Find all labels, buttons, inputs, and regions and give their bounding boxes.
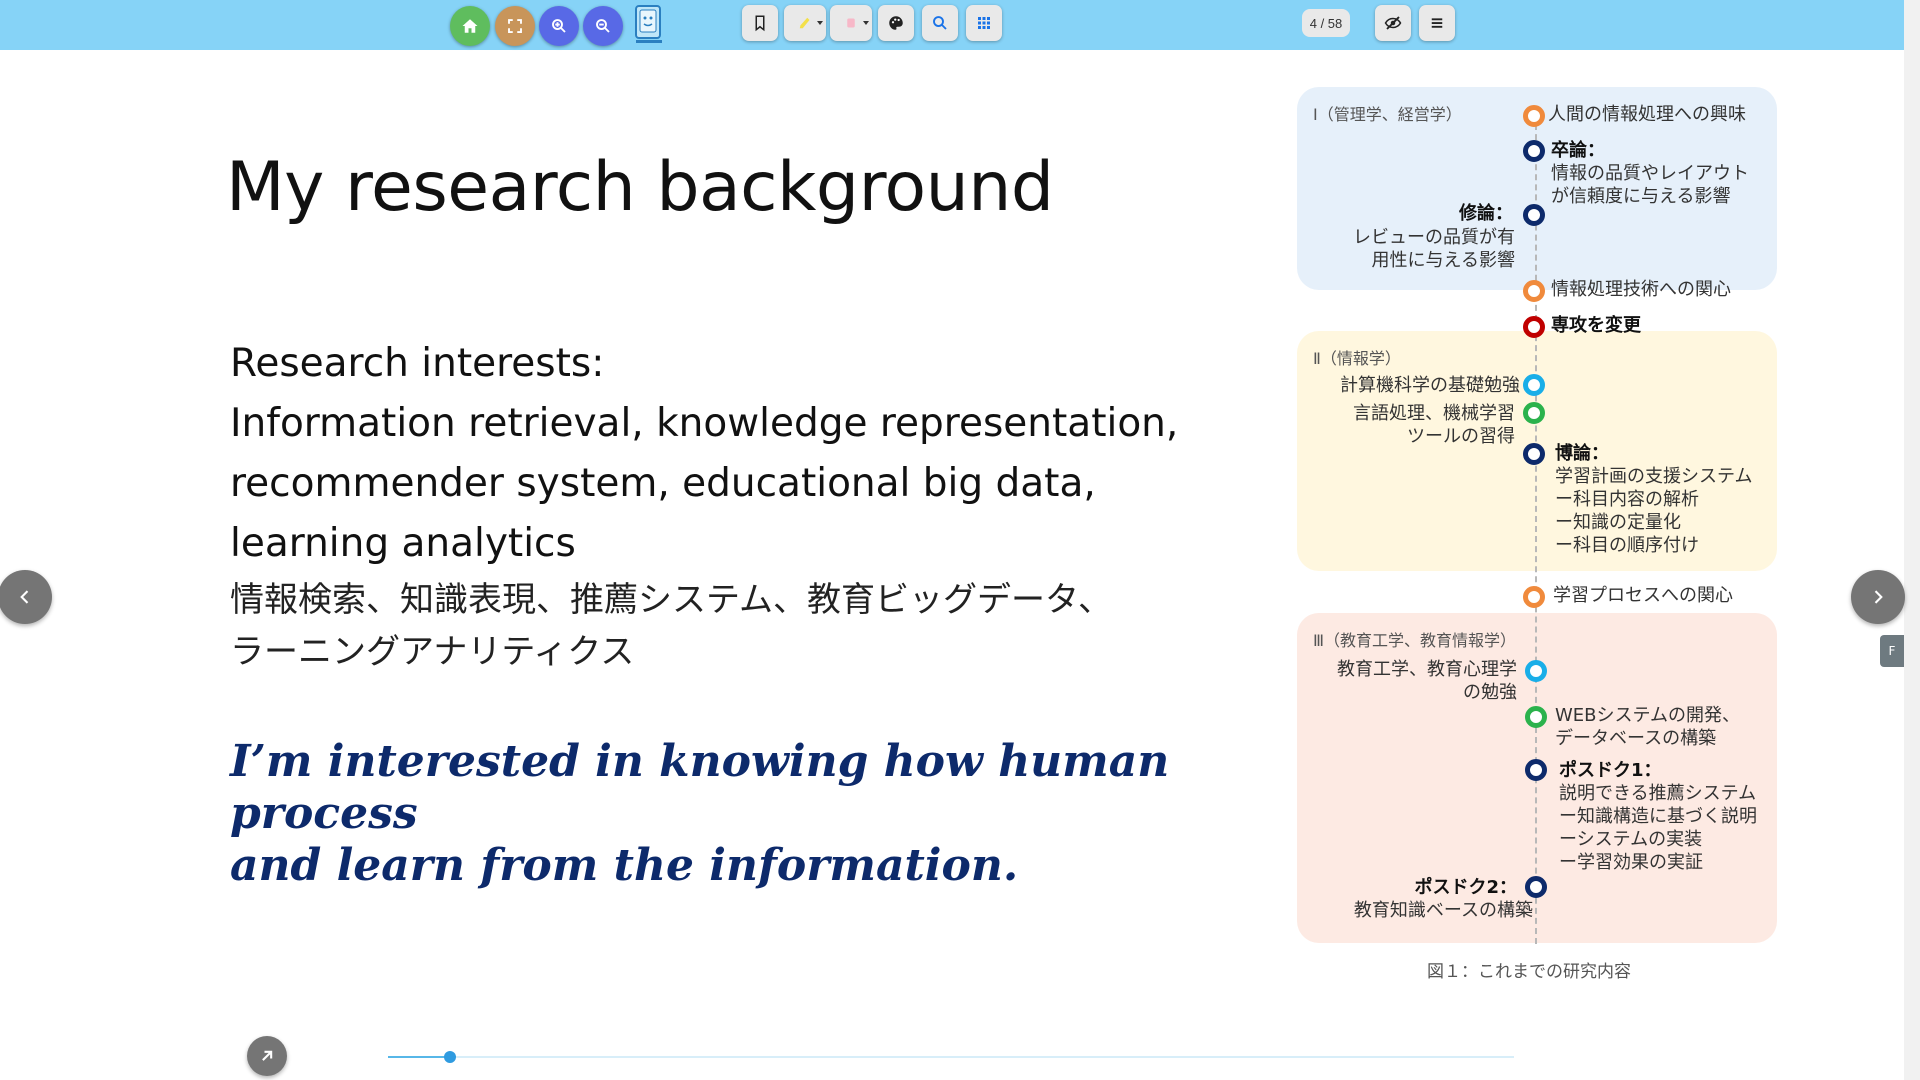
zoom-out-button[interactable] bbox=[583, 6, 623, 46]
chevron-right-icon bbox=[1874, 590, 1883, 604]
interests-en-line: learning analytics bbox=[230, 521, 576, 566]
interests-ja-line: 情報検索、知識表現、推薦システム、教育ビッグデータ、 bbox=[230, 580, 1112, 620]
side-panel-tab[interactable]: F bbox=[1880, 635, 1904, 667]
timeline-text: 卒論： bbox=[1551, 140, 1605, 161]
bookmark-button[interactable] bbox=[742, 5, 778, 41]
timeline-text: 情報処理技術への関心 bbox=[1551, 279, 1731, 300]
chevron-down-icon bbox=[817, 21, 823, 25]
interests-heading: Research interests: bbox=[230, 341, 605, 386]
grid-icon bbox=[978, 17, 990, 29]
timeline-text: ポスドク1： bbox=[1559, 760, 1662, 781]
progress-handle[interactable] bbox=[443, 1051, 456, 1063]
interests-en-line: Information retrieval, knowledge represe… bbox=[230, 401, 1179, 446]
bookmark-icon bbox=[755, 15, 765, 32]
timeline-text: 教育工学、教育心理学 の勉強 bbox=[1337, 659, 1517, 703]
panel-label: Ⅰ（管理学、経営学） bbox=[1313, 105, 1462, 124]
search-icon bbox=[933, 16, 947, 30]
page-progress-bar[interactable] bbox=[388, 1051, 1514, 1063]
timeline-text: 博論： bbox=[1555, 443, 1609, 464]
interests-ja-line: ラーニングアナリティクス bbox=[230, 632, 635, 672]
timeline-text: 修論： bbox=[1459, 203, 1513, 224]
chevron-left-icon bbox=[20, 590, 29, 604]
zoom-in-button[interactable] bbox=[539, 6, 579, 46]
timeline-node bbox=[1523, 586, 1545, 608]
timeline-text: 学習計画の支援システム ー科目内容の解析 ー知識の定量化 ー科目の順序付け bbox=[1555, 466, 1753, 556]
highlighter-button[interactable] bbox=[784, 5, 826, 41]
timeline-node bbox=[1525, 759, 1547, 781]
timeline-node bbox=[1525, 876, 1547, 898]
zoom-in-icon bbox=[552, 19, 566, 33]
menu-icon bbox=[1431, 18, 1443, 28]
highlighter-icon bbox=[799, 17, 810, 29]
top-toolbar: 4 / 58 bbox=[0, 0, 1904, 50]
page-indicator: 4 / 58 bbox=[1302, 9, 1350, 37]
timeline-text: 説明できる推薦システム ー知識構造に基づく説明 ーシステムの実装 ー学習効果の実… bbox=[1559, 783, 1757, 873]
panel-label: Ⅲ（教育工学、教育情報学） bbox=[1313, 631, 1517, 650]
previous-page-button[interactable] bbox=[0, 570, 52, 624]
timeline-node bbox=[1523, 443, 1545, 465]
home-button[interactable] bbox=[450, 6, 490, 46]
slide-title: My research background bbox=[226, 148, 1054, 227]
timeline-node bbox=[1523, 280, 1545, 302]
quote-text: I’m interested in knowing how human proc… bbox=[230, 736, 1240, 892]
research-interests: Research interests: Information retrieva… bbox=[230, 334, 1240, 678]
arrow-up-right-icon bbox=[262, 1050, 273, 1061]
timeline-node bbox=[1523, 316, 1545, 338]
timeline-node bbox=[1525, 660, 1547, 682]
timeline-text: WEBシステムの開発、 データベースの構築 bbox=[1555, 705, 1740, 749]
timeline-text: 学習プロセスへの関心 bbox=[1553, 585, 1733, 606]
panel-label: Ⅱ（情報学） bbox=[1313, 349, 1401, 368]
quote-line: and learn from the information. bbox=[230, 840, 1019, 891]
timeline-node bbox=[1525, 706, 1547, 728]
timeline-text: 人間の情報処理への興味 bbox=[1548, 104, 1746, 125]
quote-line: I’m interested in knowing how human proc… bbox=[230, 736, 1170, 839]
timeline-node bbox=[1523, 140, 1545, 162]
fullscreen-button[interactable] bbox=[495, 6, 535, 46]
timeline-node bbox=[1523, 105, 1545, 127]
timeline-node bbox=[1523, 402, 1545, 424]
next-page-button[interactable] bbox=[1851, 570, 1905, 624]
timeline-text: 言語処理、機械学習 ツールの習得 bbox=[1353, 403, 1515, 447]
chevron-down-icon bbox=[863, 21, 869, 25]
timeline-text: 計算機科学の基礎勉強 bbox=[1340, 375, 1520, 396]
timeline-text: 教育知識ベースの構築 bbox=[1353, 900, 1533, 921]
timeline-text: 情報の品質やレイアウト が信頼度に与える影響 bbox=[1551, 163, 1749, 207]
timeline-node bbox=[1523, 204, 1545, 226]
grid-button[interactable] bbox=[966, 5, 1002, 41]
timeline-node bbox=[1523, 374, 1545, 396]
progress-fill bbox=[388, 1056, 450, 1058]
app-logo-icon bbox=[635, 5, 662, 43]
timeline-text: 専攻を変更 bbox=[1551, 315, 1641, 336]
search-button[interactable] bbox=[922, 5, 958, 41]
figure-caption: 図１：これまでの研究内容 bbox=[1427, 962, 1631, 982]
palette-icon bbox=[889, 16, 903, 30]
timeline-line bbox=[1535, 114, 1537, 944]
hide-button[interactable] bbox=[1375, 5, 1411, 41]
scrollbar[interactable] bbox=[1904, 0, 1920, 1080]
research-timeline-figure: Ⅰ（管理学、経営学） Ⅱ（情報学） Ⅲ（教育工学、教育情報学） 人間の情報処理へ… bbox=[1295, 84, 1785, 984]
timeline-text: レビューの品質が有 用性に与える影響 bbox=[1353, 227, 1515, 271]
hide-icon bbox=[1384, 16, 1402, 30]
zoom-out-icon bbox=[596, 19, 610, 33]
eraser-icon bbox=[847, 18, 855, 28]
interests-en-line: recommender system, educational big data… bbox=[230, 461, 1096, 506]
eraser-button[interactable] bbox=[830, 5, 872, 41]
palette-button[interactable] bbox=[878, 5, 914, 41]
menu-button[interactable] bbox=[1419, 5, 1455, 41]
timeline-text: ポスドク2： bbox=[1414, 877, 1517, 898]
home-icon bbox=[462, 19, 478, 33]
expand-button[interactable] bbox=[247, 1036, 287, 1076]
fullscreen-icon bbox=[508, 19, 522, 33]
